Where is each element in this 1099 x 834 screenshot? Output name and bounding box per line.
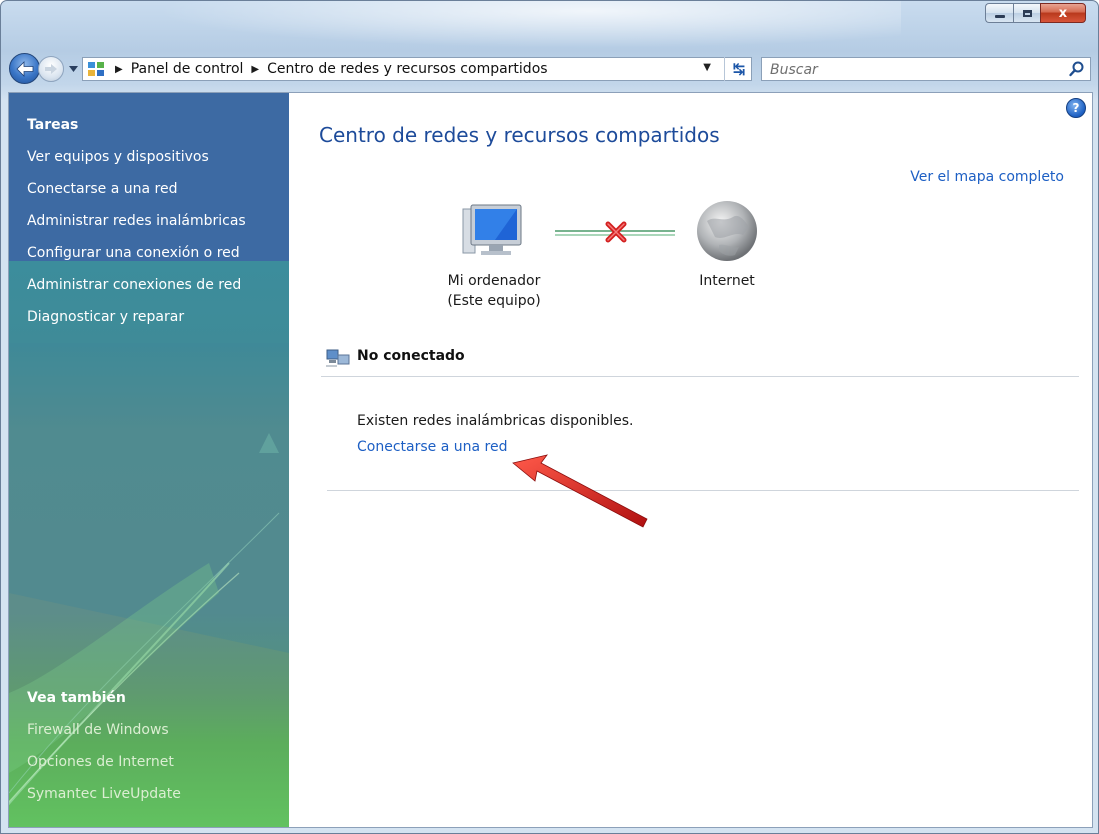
minimize-button[interactable] (985, 3, 1013, 23)
maximize-icon (1022, 9, 1032, 17)
back-button[interactable] (9, 53, 40, 84)
address-dropdown-icon[interactable]: ▼ (703, 62, 711, 73)
network-map: Mi ordenador (Este equipo) Internet (429, 193, 769, 343)
sidebar-item-manage-connections[interactable]: Administrar conexiones de red (27, 277, 246, 293)
search-input[interactable] (768, 60, 1052, 80)
breadcrumb-control-panel[interactable]: Panel de control (131, 61, 244, 77)
computer-label: Mi ordenador (Este equipo) (429, 271, 559, 311)
control-panel-icon (87, 60, 105, 78)
sidebar-item-diagnose-repair[interactable]: Diagnosticar y reparar (27, 309, 246, 325)
window-frame: x ▶ Panel de control ▶ Centro de redes y… (0, 0, 1099, 834)
breadcrumb-separator-icon: ▶ (115, 63, 123, 75)
network-status-row: No conectado (321, 344, 1079, 377)
sidebar-item-windows-firewall[interactable]: Firewall de Windows (27, 722, 181, 738)
internet-label: Internet (699, 273, 755, 289)
sidebar-item-connect-network[interactable]: Conectarse a una red (27, 181, 246, 197)
sidebar: Tareas Ver equipos y dispositivos Conect… (9, 93, 289, 827)
sidebar-item-setup-connection[interactable]: Configurar una conexión o red (27, 245, 246, 261)
recent-pages-dropdown[interactable] (67, 62, 79, 76)
sidebar-item-internet-options[interactable]: Opciones de Internet (27, 754, 181, 770)
maximize-button[interactable] (1013, 3, 1040, 23)
red-pointer-arrow (512, 454, 648, 528)
see-also-heading: Vea también (27, 690, 126, 706)
disconnected-x-icon[interactable] (605, 221, 627, 243)
breadcrumb-network-center[interactable]: Centro de redes y recursos compartidos (267, 61, 547, 77)
computer-subtitle-label: (Este equipo) (447, 293, 541, 309)
available-networks-text: Existen redes inalámbricas disponibles. (357, 413, 634, 429)
forward-arrow-icon (45, 64, 57, 74)
computer-name-label: Mi ordenador (447, 273, 541, 289)
minimize-icon (994, 14, 1005, 18)
close-icon: x (1058, 5, 1068, 21)
search-icon[interactable] (1068, 60, 1086, 78)
section-divider (327, 490, 1079, 491)
tasks-section: Tareas Ver equipos y dispositivos Conect… (27, 117, 246, 341)
refresh-button[interactable]: ↹ (724, 57, 753, 81)
title-bar-glow (121, 1, 901, 51)
view-full-map-link[interactable]: Ver el mapa completo (910, 169, 1064, 185)
breadcrumb-separator-icon: ▶ (251, 63, 260, 75)
tasks-heading: Tareas (27, 117, 79, 133)
computer-icon[interactable] (459, 203, 527, 265)
status-not-connected: No conectado (357, 348, 465, 364)
close-button[interactable]: x (1040, 3, 1086, 23)
network-status-icon (326, 349, 350, 367)
address-bar[interactable]: ▶ Panel de control ▶ Centro de redes y r… (82, 57, 752, 81)
connect-to-network-link[interactable]: Conectarse a una red (357, 439, 507, 455)
internet-globe-icon[interactable] (693, 197, 761, 265)
sidebar-item-manage-wireless[interactable]: Administrar redes inalámbricas (27, 213, 246, 229)
forward-button[interactable] (38, 56, 64, 82)
search-box[interactable] (761, 57, 1091, 81)
caption-buttons: x (985, 3, 1086, 23)
chevron-down-icon (68, 66, 78, 72)
sidebar-item-symantec-liveupdate[interactable]: Symantec LiveUpdate (27, 786, 181, 802)
sidebar-item-view-devices[interactable]: Ver equipos y dispositivos (27, 149, 246, 165)
help-icon[interactable]: ? (1066, 98, 1086, 118)
see-also-section: Vea también Firewall de Windows Opciones… (27, 690, 181, 818)
client-area: Tareas Ver equipos y dispositivos Conect… (8, 92, 1093, 828)
page-title: Centro de redes y recursos compartidos (319, 123, 720, 147)
navigation-bar: ▶ Panel de control ▶ Centro de redes y r… (9, 53, 1091, 85)
refresh-icon: ↹ (732, 60, 746, 78)
back-arrow-icon (15, 60, 33, 77)
